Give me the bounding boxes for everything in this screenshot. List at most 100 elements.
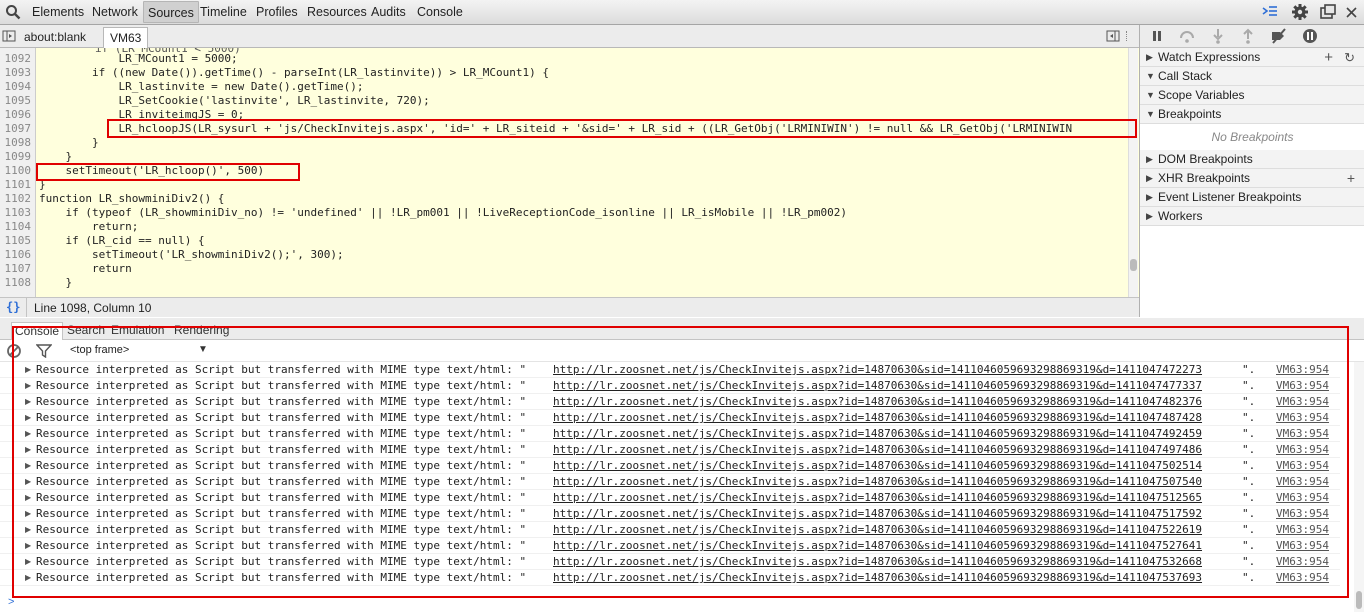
tab-network[interactable]: Network	[88, 1, 142, 23]
dock-icon[interactable]	[1319, 3, 1337, 21]
source-link[interactable]: VM63:954	[1276, 522, 1329, 538]
drawer-tab-search[interactable]: Search	[64, 322, 108, 340]
expand-triangle-icon[interactable]: ▶	[25, 490, 31, 506]
section-dom-breakpoints[interactable]: ▶ DOM Breakpoints	[1140, 150, 1364, 169]
line-number[interactable]: 1108	[0, 276, 32, 290]
pause-icon[interactable]	[1149, 28, 1165, 44]
file-tab-about-blank[interactable]: about:blank	[18, 27, 92, 48]
show-drawer-icon[interactable]	[1261, 3, 1279, 21]
source-link[interactable]: VM63:954	[1276, 490, 1329, 506]
resource-link[interactable]: http://lr.zoosnet.net/js/CheckInvitejs.a…	[553, 426, 1202, 442]
tab-sources[interactable]: Sources	[143, 1, 199, 23]
section-breakpoints[interactable]: ▼ Breakpoints	[1140, 105, 1364, 124]
source-link[interactable]: VM63:954	[1276, 458, 1329, 474]
vertical-scrollbar[interactable]	[1128, 48, 1138, 308]
chevron-down-icon[interactable]: ▼	[198, 344, 208, 355]
tab-resources[interactable]: Resources	[303, 1, 371, 23]
add-watch-icon[interactable]: +	[1324, 48, 1333, 67]
line-number[interactable]: 1096	[0, 108, 32, 122]
expand-triangle-icon[interactable]: ▶	[25, 506, 31, 522]
debugger-toggle-icon[interactable]	[1106, 29, 1120, 46]
line-number[interactable]: 1101	[0, 178, 32, 192]
resource-link[interactable]: http://lr.zoosnet.net/js/CheckInvitejs.a…	[553, 394, 1202, 410]
resource-link[interactable]: http://lr.zoosnet.net/js/CheckInvitejs.a…	[553, 538, 1202, 554]
source-link[interactable]: VM63:954	[1276, 442, 1329, 458]
expand-triangle-icon[interactable]: ▶	[25, 378, 31, 394]
add-xhr-breakpoint-icon[interactable]: +	[1347, 169, 1355, 188]
line-number[interactable]: 1104	[0, 220, 32, 234]
console-scrollbar[interactable]	[1354, 362, 1364, 612]
pretty-print-icon[interactable]: {}	[6, 300, 20, 314]
section-watch-expressions[interactable]: ▶ Watch Expressions + ↻	[1140, 48, 1364, 67]
refresh-icon[interactable]: ↻	[1344, 48, 1355, 67]
line-number[interactable]: 1102	[0, 192, 32, 206]
expand-triangle-icon[interactable]: ▶	[25, 522, 31, 538]
step-into-icon[interactable]	[1210, 28, 1226, 44]
scrollbar-thumb[interactable]	[1130, 259, 1137, 271]
source-link[interactable]: VM63:954	[1276, 394, 1329, 410]
filter-icon[interactable]	[35, 344, 53, 361]
tab-timeline[interactable]: Timeline	[196, 1, 251, 23]
source-link[interactable]: VM63:954	[1276, 426, 1329, 442]
scrollbar-thumb[interactable]	[1356, 591, 1362, 609]
pause-on-exceptions-icon[interactable]	[1302, 28, 1318, 44]
tab-console[interactable]: Console	[413, 1, 467, 23]
expand-triangle-icon[interactable]: ▶	[25, 538, 31, 554]
deactivate-breakpoints-icon[interactable]	[1270, 28, 1286, 44]
source-link[interactable]: VM63:954	[1276, 506, 1329, 522]
expand-triangle-icon[interactable]: ▶	[25, 554, 31, 570]
navigator-toggle-icon[interactable]	[2, 29, 16, 46]
source-link[interactable]: VM63:954	[1276, 410, 1329, 426]
line-number[interactable]: 1095	[0, 94, 32, 108]
resource-link[interactable]: http://lr.zoosnet.net/js/CheckInvitejs.a…	[553, 442, 1202, 458]
step-out-icon[interactable]	[1240, 28, 1256, 44]
search-icon[interactable]	[5, 4, 21, 20]
resource-link[interactable]: http://lr.zoosnet.net/js/CheckInvitejs.a…	[553, 378, 1202, 394]
line-number[interactable]: 1098	[0, 136, 32, 150]
resource-link[interactable]: http://lr.zoosnet.net/js/CheckInvitejs.a…	[553, 554, 1202, 570]
section-call-stack[interactable]: ▼ Call Stack	[1140, 67, 1364, 86]
section-workers[interactable]: ▶ Workers	[1140, 207, 1364, 226]
line-number[interactable]: 1092	[0, 52, 32, 66]
tab-elements[interactable]: Elements	[28, 1, 88, 23]
resource-link[interactable]: http://lr.zoosnet.net/js/CheckInvitejs.a…	[553, 490, 1202, 506]
file-tab-vm63[interactable]: VM63	[103, 27, 149, 48]
source-link[interactable]: VM63:954	[1276, 378, 1329, 394]
resource-link[interactable]: http://lr.zoosnet.net/js/CheckInvitejs.a…	[553, 506, 1202, 522]
resource-link[interactable]: http://lr.zoosnet.net/js/CheckInvitejs.a…	[553, 362, 1202, 378]
expand-triangle-icon[interactable]: ▶	[25, 442, 31, 458]
source-link[interactable]: VM63:954	[1276, 474, 1329, 490]
drawer-tab-console[interactable]: Console	[11, 322, 64, 340]
line-number[interactable]: 1093	[0, 66, 32, 80]
resource-link[interactable]: http://lr.zoosnet.net/js/CheckInvitejs.a…	[553, 570, 1202, 586]
line-number[interactable]: 1103	[0, 206, 32, 220]
expand-triangle-icon[interactable]: ▶	[25, 426, 31, 442]
expand-triangle-icon[interactable]: ▶	[25, 410, 31, 426]
source-link[interactable]: VM63:954	[1276, 538, 1329, 554]
clear-console-icon[interactable]	[6, 343, 22, 362]
line-number[interactable]: 1107	[0, 262, 32, 276]
console-prompt[interactable]: >	[8, 596, 14, 608]
source-link[interactable]: VM63:954	[1276, 554, 1329, 570]
line-number[interactable]: 1105	[0, 234, 32, 248]
section-event-listener-breakpoints[interactable]: ▶ Event Listener Breakpoints	[1140, 188, 1364, 207]
line-number[interactable]: 1099	[0, 150, 32, 164]
line-number[interactable]: 1106	[0, 248, 32, 262]
line-number[interactable]: 1097	[0, 122, 32, 136]
resource-link[interactable]: http://lr.zoosnet.net/js/CheckInvitejs.a…	[553, 474, 1202, 490]
close-icon[interactable]	[1343, 3, 1361, 21]
line-number[interactable]: 1100	[0, 164, 32, 178]
drawer-tab-rendering[interactable]: Rendering	[171, 322, 232, 340]
expand-triangle-icon[interactable]: ▶	[25, 394, 31, 410]
expand-triangle-icon[interactable]: ▶	[25, 570, 31, 586]
resource-link[interactable]: http://lr.zoosnet.net/js/CheckInvitejs.a…	[553, 458, 1202, 474]
drawer-tab-emulation[interactable]: Emulation	[108, 322, 167, 340]
line-number[interactable]: 1094	[0, 80, 32, 94]
expand-triangle-icon[interactable]: ▶	[25, 474, 31, 490]
section-scope-variables[interactable]: ▼ Scope Variables	[1140, 86, 1364, 105]
tab-audits[interactable]: Audits	[367, 1, 410, 23]
code-editor[interactable]: 1092 1093 1094 1095 1096 1097 1098 1099 1100 1101…	[0, 48, 1139, 311]
expand-triangle-icon[interactable]: ▶	[25, 362, 31, 378]
gear-icon[interactable]	[1291, 3, 1309, 21]
frame-select[interactable]: <top frame>	[70, 344, 129, 356]
